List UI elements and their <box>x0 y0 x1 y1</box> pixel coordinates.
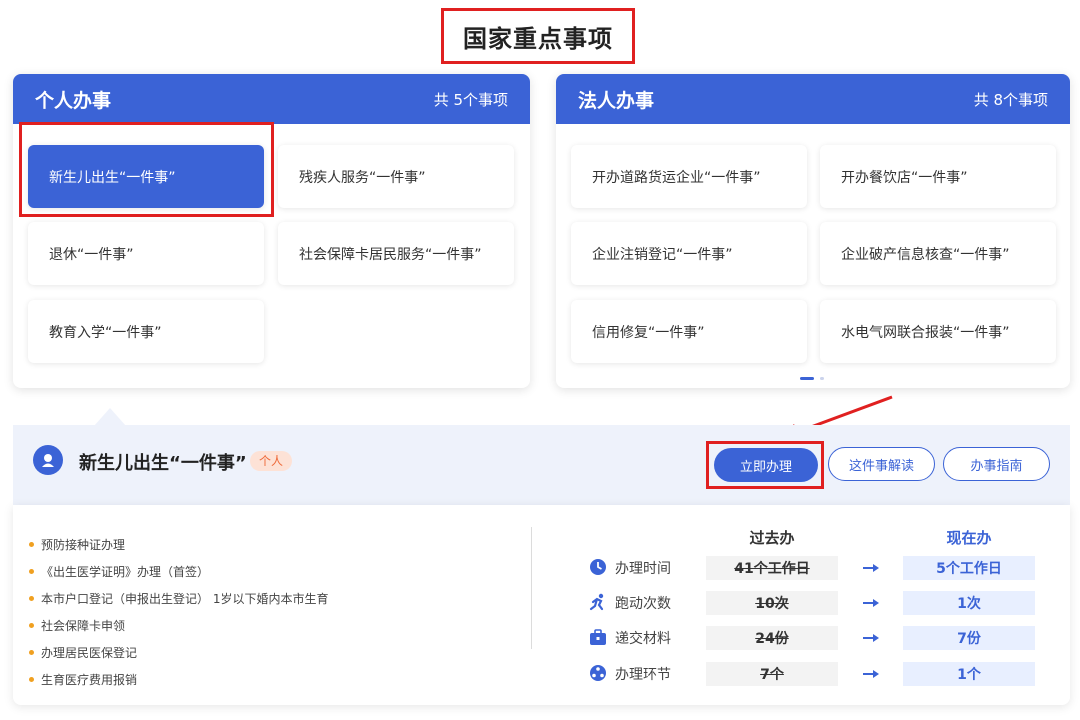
corporate-item-restaurant[interactable]: 开办餐饮店“一件事” <box>820 145 1056 208</box>
personal-panel-count: 共 5个事项 <box>433 90 508 109</box>
corporate-panel-header: 法人办事 共 8个事项 <box>556 74 1070 124</box>
selected-service-title: 新生儿出生“一件事” <box>79 453 247 474</box>
corporate-panel-title: 法人办事 <box>578 89 655 112</box>
apply-now-button[interactable]: 立即办理 <box>714 448 818 482</box>
corporate-item-bankruptcy[interactable]: 企业破产信息核查“一件事” <box>820 222 1056 285</box>
section-divider <box>531 527 532 649</box>
briefcase-icon <box>589 628 607 646</box>
service-type-badge: 个人 <box>250 451 293 471</box>
past-column-header: 过去办 <box>749 529 795 547</box>
personal-panel-header: 个人办事 共 5个事项 <box>13 74 530 124</box>
corporate-panel: 法人办事 共 8个事项 开办道路货运企业“一件事” 开办餐饮店“一件事” 企业注… <box>556 74 1070 388</box>
running-icon <box>589 593 607 611</box>
corporate-item-utilities[interactable]: 水电气网联合报装“一件事” <box>820 300 1056 363</box>
bullet-icon <box>29 677 34 682</box>
step-label: 预防接种证办理 <box>41 538 126 552</box>
baby-icon <box>33 445 63 475</box>
selection-pointer <box>94 408 126 426</box>
guide-button[interactable]: 办事指南 <box>943 447 1050 481</box>
personal-panel-title: 个人办事 <box>35 89 112 112</box>
step-label: 办理居民医保登记 <box>41 646 138 660</box>
personal-item-disability[interactable]: 残疾人服务“一件事” <box>278 145 514 208</box>
page-dot[interactable] <box>820 377 824 380</box>
process-icon <box>589 664 607 682</box>
explain-button[interactable]: 这件事解读 <box>828 447 935 481</box>
step-label: 生育医疗费用报销 <box>41 673 138 687</box>
past-value: 7个 <box>706 662 838 686</box>
corporate-panel-count: 共 8个事项 <box>973 90 1048 109</box>
now-column-header: 现在办 <box>946 529 992 547</box>
arrow-right-icon <box>863 599 879 607</box>
now-value: 1次 <box>903 591 1035 615</box>
now-value: 1个 <box>903 662 1035 686</box>
list-item: 办理居民医保登记 <box>29 639 328 666</box>
past-value: 24份 <box>706 626 838 650</box>
row-label: 递交材料 <box>615 631 671 647</box>
step-label: 本市户口登记（申报出生登记） 1岁以下婚内本市生育 <box>41 592 329 606</box>
list-item: 《出生医学证明》办理（首签） <box>29 558 328 585</box>
bullet-icon <box>29 623 34 628</box>
now-value: 7份 <box>903 626 1035 650</box>
clock-icon <box>589 558 607 576</box>
personal-item-retirement[interactable]: 退休“一件事” <box>28 222 264 285</box>
page-title: 国家重点事项 <box>463 24 613 53</box>
list-item: 社会保障卡申领 <box>29 612 328 639</box>
list-item: 本市户口登记（申报出生登记） 1岁以下婚内本市生育 <box>29 585 328 612</box>
arrow-right-icon <box>863 670 879 678</box>
arrow-right-icon <box>863 564 879 572</box>
personal-item-social-security-card[interactable]: 社会保障卡居民服务“一件事” <box>278 222 514 285</box>
carousel-pagination[interactable] <box>800 377 824 380</box>
row-label: 办理环节 <box>615 667 671 683</box>
list-item: 预防接种证办理 <box>29 531 328 558</box>
page-title-highlight: 国家重点事项 <box>441 8 635 64</box>
arrow-right-icon <box>863 634 879 642</box>
personal-item-newborn[interactable]: 新生儿出生“一件事” <box>28 145 264 208</box>
corporate-item-credit-repair[interactable]: 信用修复“一件事” <box>571 300 807 363</box>
step-label: 社会保障卡申领 <box>41 619 126 633</box>
past-value: 10次 <box>706 591 838 615</box>
row-label: 跑动次数 <box>615 596 671 612</box>
personal-panel: 个人办事 共 5个事项 新生儿出生“一件事” 残疾人服务“一件事” 退休“一件事… <box>13 74 530 388</box>
now-value: 5个工作日 <box>903 556 1035 580</box>
corporate-item-deregistration[interactable]: 企业注销登记“一件事” <box>571 222 807 285</box>
page-dot-active[interactable] <box>800 377 814 380</box>
personal-item-education[interactable]: 教育入学“一件事” <box>28 300 264 363</box>
bullet-icon <box>29 650 34 655</box>
bullet-icon <box>29 569 34 574</box>
corporate-item-freight[interactable]: 开办道路货运企业“一件事” <box>571 145 807 208</box>
list-item: 生育医疗费用报销 <box>29 666 328 693</box>
step-label: 《出生医学证明》办理（首签） <box>41 565 210 579</box>
bullet-icon <box>29 542 34 547</box>
bullet-icon <box>29 596 34 601</box>
past-value: 41个工作日 <box>706 556 838 580</box>
step-list: 预防接种证办理 《出生医学证明》办理（首签） 本市户口登记（申报出生登记） 1岁… <box>29 531 328 693</box>
row-label: 办理时间 <box>615 561 671 577</box>
